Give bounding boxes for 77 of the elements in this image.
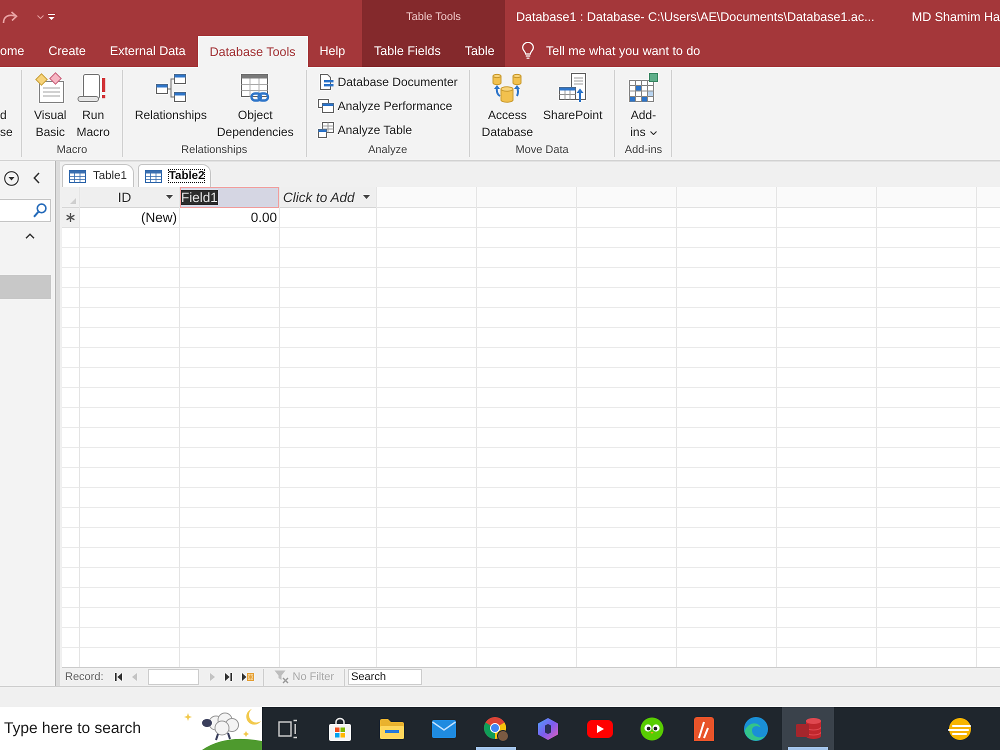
record-label: Record: (65, 671, 104, 683)
first-record-icon[interactable] (114, 673, 122, 681)
ribbon-tab[interactable]: Table (452, 34, 507, 67)
ribbon-tab[interactable]: External Data (98, 34, 198, 67)
filter-icon (274, 670, 290, 684)
browser-icon (483, 716, 509, 742)
ribbon-tab[interactable]: ome (0, 34, 36, 67)
dropdown-arrow-icon[interactable] (166, 195, 173, 199)
document-shapes-icon (34, 72, 66, 104)
browser-icon (743, 716, 769, 742)
table-document-icon (318, 122, 334, 138)
stacked-windows-icon (318, 98, 334, 114)
database-arrows-icon (491, 72, 524, 104)
ribbon-button[interactable]: Object Dependencies (212, 70, 299, 141)
ribbon-button[interactable]: Add- ins (622, 70, 664, 141)
dropdown-icon[interactable] (4, 170, 19, 186)
ribbon-button[interactable]: d se (0, 70, 13, 141)
group-label: Move Data (514, 143, 570, 157)
document-tab[interactable]: Table2 (138, 164, 212, 187)
user-name: MD Shamim Ha (912, 10, 1000, 24)
ribbon-tab[interactable]: Help (308, 34, 358, 67)
last-record-icon[interactable] (224, 673, 232, 681)
ribbon-button[interactable]: Analyze Performance (314, 94, 456, 118)
caret-icon[interactable] (37, 15, 44, 19)
table-icon (144, 170, 162, 182)
chevron-left-icon[interactable] (33, 172, 40, 184)
group-label: Add-ins (624, 143, 664, 157)
search-field[interactable] (0, 199, 51, 222)
database-icon (795, 716, 821, 740)
redo-icon[interactable] (2, 10, 20, 24)
ribbon-tab[interactable]: Create (36, 34, 98, 67)
folder-icon (379, 718, 405, 740)
hexagon-app-icon (536, 716, 560, 740)
group-label: Macro (56, 143, 88, 157)
table-cell-text: (New) (140, 209, 178, 227)
mail-icon (431, 718, 457, 738)
customize-icon[interactable] (48, 14, 55, 20)
ribbon-button[interactable]: Visual Basic (29, 70, 72, 141)
record-number-field[interactable] (148, 669, 199, 685)
ribbon-button[interactable]: Database Documenter (314, 70, 462, 94)
ribbon-button[interactable]: Analyze Table (314, 118, 416, 142)
column-header[interactable]: ID (80, 187, 179, 208)
dropdown-arrow-icon[interactable] (363, 195, 370, 199)
store-bag-icon (328, 716, 352, 740)
group-label: Relationships (180, 143, 248, 157)
column-header[interactable]: Field1 (180, 187, 279, 208)
lightbulb-icon (522, 42, 534, 59)
column-header[interactable]: Click to Add (280, 187, 376, 208)
ribbon-button[interactable]: Run Macro (71, 70, 115, 141)
grid-cube-icon (627, 72, 660, 104)
app-tile-icon (693, 716, 715, 742)
ribbon-button[interactable]: Relationships (130, 70, 212, 124)
group-label: Analyze (367, 143, 408, 157)
owl-icon (640, 716, 664, 740)
document-icon (318, 74, 334, 90)
context-tab-label: Table Tools (405, 10, 462, 25)
ribbon-tab[interactable]: Database Tools (198, 36, 308, 67)
window-title: Database1 : Database- C:\Users\AE\Documents\Database1.ac... (516, 10, 875, 24)
table-cell-text: 0.00 (250, 209, 278, 227)
table-icon (69, 170, 86, 182)
weather-icon[interactable] (946, 716, 974, 740)
task-view-icon (278, 718, 298, 738)
search-field[interactable]: Type here to search (0, 707, 180, 750)
linked-tables-icon (154, 72, 187, 104)
document-table-arrow-icon (556, 72, 589, 104)
search-field[interactable]: Search (348, 669, 422, 685)
chevron-up-icon[interactable] (25, 233, 35, 239)
play-button-icon (587, 720, 613, 738)
table-link-icon (239, 72, 272, 104)
document-tab[interactable]: Table1 (62, 164, 134, 187)
ribbon-button[interactable]: SharePoint (538, 70, 608, 124)
tell-me-search[interactable]: Tell me what you want to do (505, 34, 700, 67)
row-selector[interactable] (62, 208, 79, 228)
ribbon-tab[interactable]: Table Fields (362, 34, 453, 67)
search-icon[interactable] (33, 203, 47, 218)
ribbon-button[interactable]: Access Database (476, 70, 538, 141)
new-record-icon[interactable] (242, 673, 254, 681)
